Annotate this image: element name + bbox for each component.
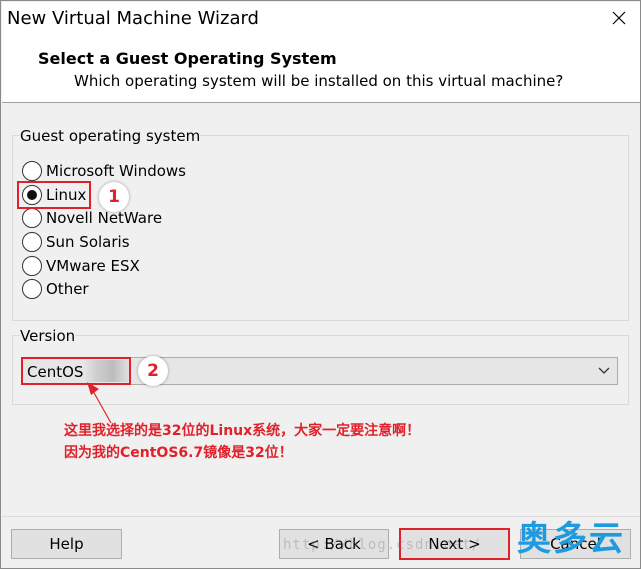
radio-other[interactable]: Other: [22, 278, 89, 300]
guest-os-group: Guest operating system Microsoft Windows…: [12, 127, 629, 321]
annotation-note-line-2: 因为我的CentOS6.7镜像是32位！: [64, 445, 293, 461]
radio-button[interactable]: [22, 279, 42, 299]
radio-novell-netware[interactable]: Novell NetWare: [22, 207, 162, 229]
brand-logo: 奥多云: [517, 519, 625, 559]
help-button[interactable]: Help: [11, 529, 122, 559]
radio-vmware-esx[interactable]: VMware ESX: [22, 255, 140, 277]
annotation-note-line-1: 这里我选择的是32位的Linux系统，大家一定要注意啊！: [64, 423, 421, 439]
radio-button[interactable]: [22, 161, 42, 181]
wizard-header: Select a Guest Operating System Which op…: [2, 35, 640, 103]
title-bar: New Virtual Machine Wizard: [2, 2, 640, 35]
highlight-box-linux: [17, 181, 91, 209]
radio-label: Microsoft Windows: [46, 162, 186, 180]
radio-button[interactable]: [22, 232, 42, 252]
page-title: Select a Guest Operating System: [38, 49, 337, 68]
close-icon: [612, 11, 626, 25]
radio-microsoft-windows[interactable]: Microsoft Windows: [22, 160, 186, 182]
footer-divider: [2, 516, 640, 517]
window-title: New Virtual Machine Wizard: [7, 8, 259, 29]
page-subtitle: Which operating system will be installed…: [74, 72, 564, 90]
radio-label: Other: [46, 280, 89, 298]
radio-label: VMware ESX: [46, 257, 140, 275]
radio-button[interactable]: [22, 256, 42, 276]
wizard-window: New Virtual Machine Wizard Select a Gues…: [0, 0, 641, 569]
radio-button[interactable]: [22, 208, 42, 228]
step-marker-1: 1: [99, 182, 129, 212]
radio-label: Sun Solaris: [46, 233, 130, 251]
radio-sun-solaris[interactable]: Sun Solaris: [22, 231, 130, 253]
version-group-label: Version: [20, 327, 76, 345]
radio-label: Novell NetWare: [46, 209, 163, 227]
guest-os-group-label: Guest operating system: [20, 127, 201, 145]
close-button[interactable]: [604, 4, 634, 32]
chevron-down-icon: [598, 367, 610, 374]
step-marker-2: 2: [138, 356, 168, 386]
watermark-text: http://blog.csdn.net/: [283, 537, 482, 553]
